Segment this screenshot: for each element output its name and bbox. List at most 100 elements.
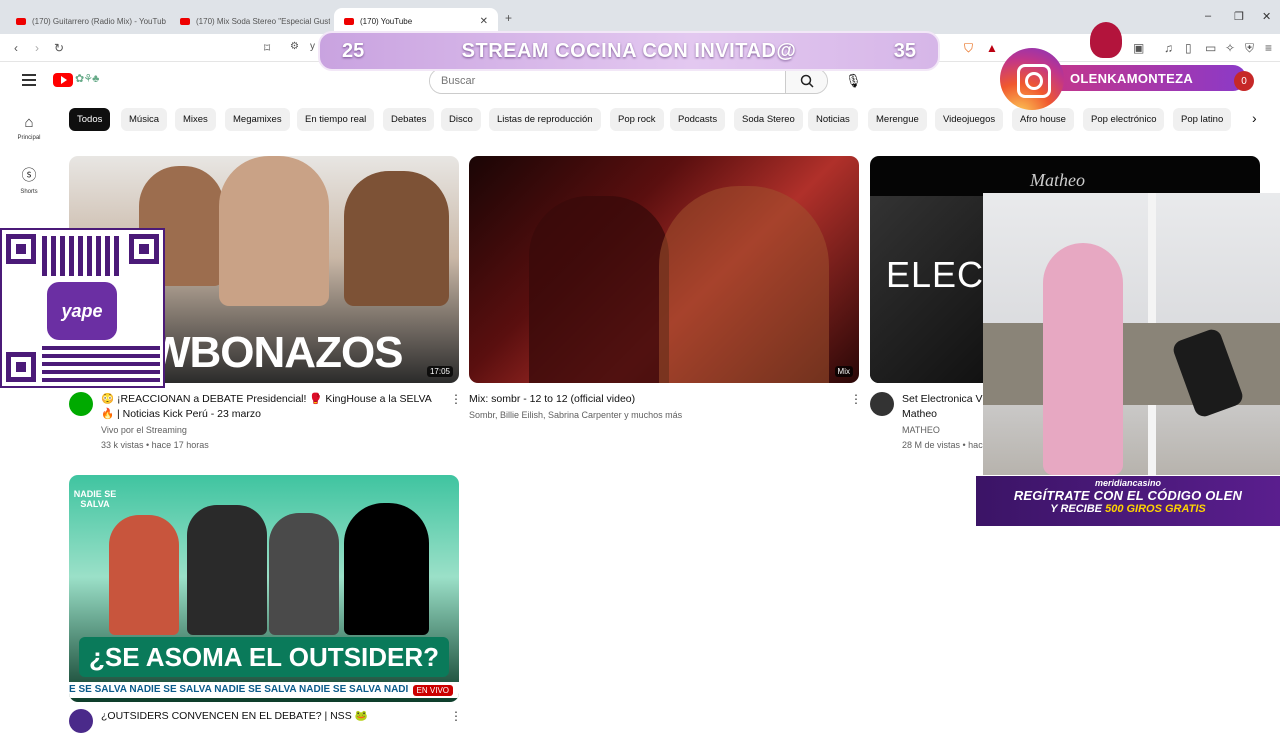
chip-videojuegos[interactable]: Videojuegos bbox=[935, 108, 1004, 131]
qr-corner bbox=[6, 352, 36, 382]
casino-brand: meridiancasino bbox=[1094, 478, 1162, 488]
close-window-icon[interactable]: ✕ bbox=[1262, 10, 1271, 23]
yape-qr-code: yape bbox=[0, 228, 165, 388]
yape-logo: yape bbox=[47, 282, 117, 340]
brave-shield-icon[interactable]: ⛉ bbox=[964, 41, 973, 56]
channel-name[interactable]: Sombr, Billie Eilish, Sabrina Carpenter … bbox=[469, 408, 682, 423]
video-title[interactable]: ¿OUTSIDERS CONVENCEN EN EL DEBATE? | NSS… bbox=[101, 709, 441, 724]
channel-avatar[interactable] bbox=[69, 392, 93, 416]
youtube-logo[interactable] bbox=[53, 73, 73, 87]
live-badge: EN VIVO bbox=[412, 685, 453, 696]
thumb-person bbox=[529, 196, 669, 383]
casino-line1: REGÍTRATE CON EL CÓDIGO bbox=[1013, 488, 1202, 503]
chip-disco[interactable]: Disco bbox=[441, 108, 481, 131]
more-options-icon[interactable]: ⋮ bbox=[450, 709, 462, 723]
tab-close-icon[interactable]: ✕ bbox=[480, 16, 488, 27]
thumb-caption: ¿SE ASOMA EL OUTSIDER? bbox=[79, 637, 449, 677]
more-options-icon[interactable]: ⋮ bbox=[850, 392, 862, 406]
banner-left-number: 25 bbox=[342, 39, 365, 62]
qr-corner bbox=[129, 234, 159, 264]
home-icon: ⌂ bbox=[24, 114, 34, 131]
shorts-icon: ⓢ bbox=[21, 167, 37, 184]
rewards-icon[interactable]: ▲ bbox=[986, 41, 998, 55]
chip-mixes[interactable]: Mixes bbox=[175, 108, 216, 131]
qr-pattern bbox=[42, 344, 160, 382]
chip-noticias[interactable]: Noticias bbox=[808, 108, 858, 131]
thumb-person bbox=[659, 186, 829, 383]
site-settings-icon[interactable]: ⚙ bbox=[290, 41, 299, 52]
webcam-feed bbox=[983, 193, 1280, 475]
thumb-logo: NADIE SE SALVA bbox=[73, 489, 117, 509]
chip-soda-stereo[interactable]: Soda Stereo bbox=[734, 108, 803, 131]
tab-label: (170) YouTube bbox=[360, 16, 413, 26]
new-tab-button[interactable]: + bbox=[505, 11, 512, 25]
thumb-person bbox=[269, 513, 339, 635]
chip-listas[interactable]: Listas de reproducción bbox=[489, 108, 601, 131]
channel-name[interactable]: MATHEO bbox=[902, 423, 940, 438]
duration-badge: 17:05 bbox=[426, 366, 453, 377]
video-title[interactable]: Mix: sombr - 12 to 12 (official video) bbox=[469, 392, 839, 407]
search-icon bbox=[800, 74, 814, 88]
minimize-icon[interactable]: – bbox=[1205, 10, 1211, 22]
channel-name[interactable]: Vivo por el Streaming bbox=[101, 423, 187, 438]
stream-banner: 25 STREAM COCINA CON INVITAD@ 35 bbox=[318, 31, 940, 71]
forward-icon[interactable]: › bbox=[35, 41, 39, 55]
chip-pop-rock[interactable]: Pop rock bbox=[610, 108, 664, 131]
channel-avatar[interactable] bbox=[69, 709, 93, 733]
chip-todos[interactable]: Todos bbox=[69, 108, 111, 131]
microphone-icon[interactable]: 🎙 bbox=[845, 73, 862, 89]
thumb-person bbox=[187, 505, 267, 635]
back-icon[interactable]: ‹ bbox=[14, 41, 18, 55]
chip-megamixes[interactable]: Megamixes bbox=[225, 108, 290, 131]
mix-badge: Mix bbox=[834, 366, 853, 377]
chip-pop-latino[interactable]: Pop latino bbox=[1173, 108, 1232, 131]
youtube-favicon-icon bbox=[180, 17, 190, 25]
casino-line2a: Y RECIBE bbox=[1050, 503, 1103, 515]
restore-icon[interactable]: ❐ bbox=[1234, 10, 1244, 23]
bookmark-icon[interactable]: ⌑ bbox=[264, 41, 270, 55]
qr-pattern bbox=[42, 236, 122, 276]
chip-podcasts[interactable]: Podcasts bbox=[670, 108, 726, 131]
chip-pop-electronico[interactable]: Pop electrónico bbox=[1083, 108, 1165, 131]
instagram-handle-overlay: OLENKAMONTEZA bbox=[1000, 48, 1262, 110]
instagram-handle: OLENKAMONTEZA bbox=[1050, 65, 1246, 91]
youtube-favicon-icon bbox=[344, 17, 354, 25]
browser-tab-bar: (170) Guitarrero (Radio Mix) - YouTube (… bbox=[0, 0, 1280, 34]
search-button[interactable] bbox=[785, 69, 827, 93]
thumb-person bbox=[219, 156, 329, 306]
video-meta: 33 k vistas • hace 17 horas bbox=[101, 440, 209, 450]
chips-next-icon[interactable]: › bbox=[1252, 110, 1257, 126]
casino-ad-banner: meridiancasino REGÍTRATE CON EL CÓDIGO O… bbox=[976, 476, 1280, 526]
instagram-icon bbox=[1000, 48, 1064, 110]
sidebar-item-principal[interactable]: ⌂ Principal bbox=[8, 114, 50, 141]
chip-merengue[interactable]: Merengue bbox=[868, 108, 927, 131]
browser-tab-2[interactable]: (170) Mix Soda Stereo "Especial Gustavo … bbox=[170, 8, 330, 34]
qr-corner bbox=[6, 234, 36, 264]
address-bar[interactable]: y bbox=[310, 41, 315, 52]
tab-label: (170) Mix Soda Stereo "Especial Gustavo … bbox=[196, 16, 330, 26]
video-thumbnail-2[interactable]: Mix bbox=[469, 156, 859, 383]
search-input[interactable] bbox=[430, 69, 785, 93]
chip-afro-house[interactable]: Afro house bbox=[1012, 108, 1074, 131]
channel-avatar[interactable] bbox=[870, 392, 894, 416]
reload-icon[interactable]: ↻ bbox=[54, 41, 64, 55]
banner-right-number: 35 bbox=[893, 39, 916, 62]
casino-line2b: 500 GIROS GRATIS bbox=[1105, 503, 1206, 515]
more-options-icon[interactable]: ⋮ bbox=[450, 392, 462, 406]
tab-label: (170) Guitarrero (Radio Mix) - YouTube bbox=[32, 16, 166, 26]
video-thumbnail-4[interactable]: NADIE SE SALVA ¿SE ASOMA EL OUTSIDER? E … bbox=[69, 475, 459, 702]
chip-en-tiempo-real[interactable]: En tiempo real bbox=[297, 108, 375, 131]
menu-icon[interactable]: ≡ bbox=[1265, 41, 1272, 55]
sidebar-item-label: Shorts bbox=[20, 189, 38, 195]
chip-debates[interactable]: Debates bbox=[383, 108, 435, 131]
thumb-person bbox=[344, 171, 449, 306]
thumb-silhouette bbox=[344, 503, 429, 635]
video-title[interactable]: 😳 ¡REACCIONAN a DEBATE Presidencial! 🥊 K… bbox=[101, 392, 441, 422]
browser-tab-1[interactable]: (170) Guitarrero (Radio Mix) - YouTube bbox=[6, 8, 166, 34]
hamburger-menu-icon[interactable] bbox=[22, 74, 36, 89]
notification-badge: 0 bbox=[1234, 71, 1254, 91]
sidebar-item-shorts[interactable]: ⓢ Shorts bbox=[8, 164, 50, 195]
chip-musica[interactable]: Música bbox=[121, 108, 168, 131]
doodle-logo-icon: ✿⚘♣ bbox=[75, 73, 99, 85]
banner-text: STREAM COCINA CON INVITAD@ bbox=[461, 39, 797, 62]
